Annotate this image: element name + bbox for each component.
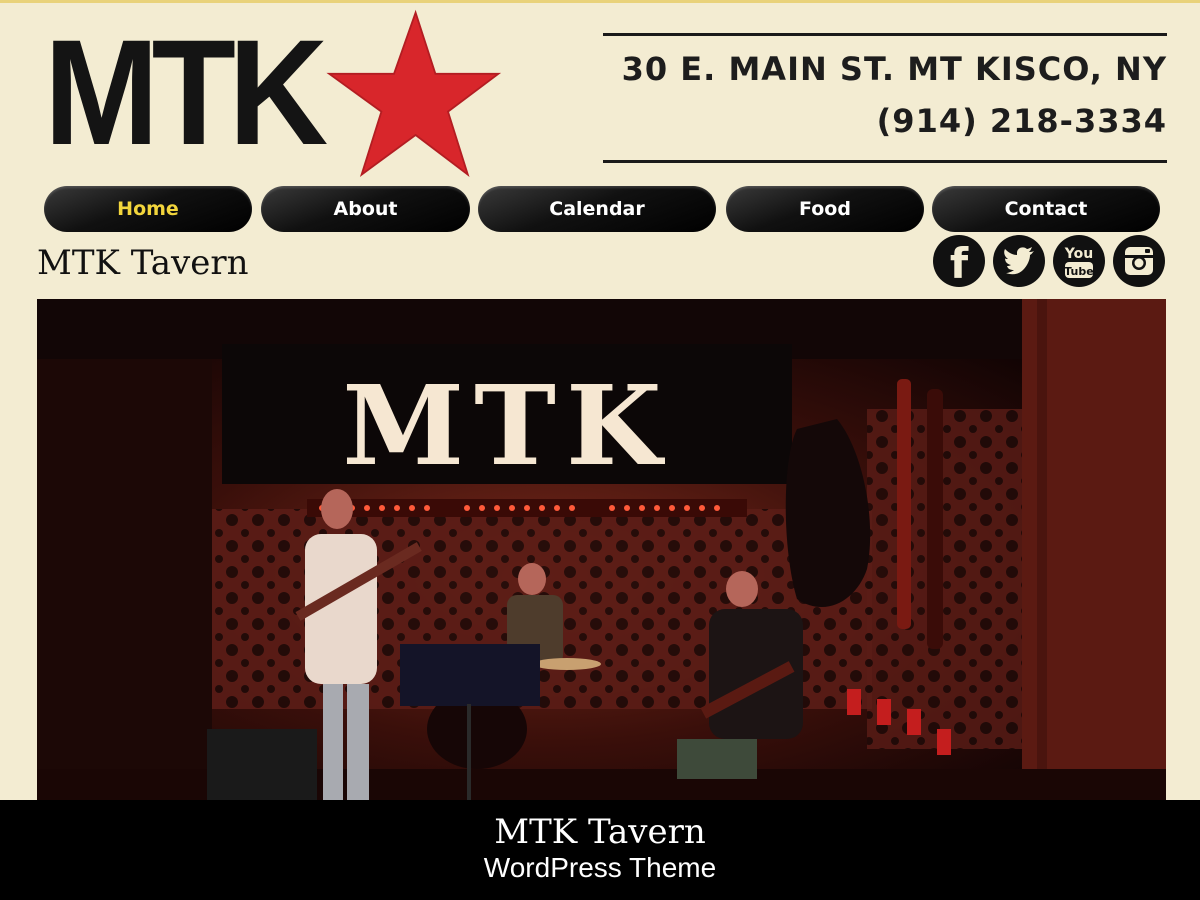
facebook-icon[interactable]: f: [933, 235, 985, 287]
banner-sign: MTK: [342, 361, 671, 490]
youtube-icon-tube: Tube: [1064, 265, 1093, 278]
youtube-icon-you: You: [1064, 246, 1093, 262]
band-stage-photo: MTK: [37, 299, 1166, 803]
caption-subtitle: WordPress Theme: [483, 852, 717, 883]
phone-number[interactable]: (914) 218-3334: [877, 102, 1167, 140]
theme-caption-bar: MTK Tavern WordPress Theme: [0, 800, 1200, 900]
red-star-icon: [326, 9, 502, 178]
page-title: MTK Tavern: [37, 243, 249, 283]
twitter-icon[interactable]: [993, 235, 1045, 287]
svg-text:f: f: [950, 239, 969, 287]
instagram-icon[interactable]: [1113, 235, 1165, 287]
nav-calendar[interactable]: Calendar: [478, 186, 716, 232]
hero-image: MTK: [37, 299, 1166, 803]
nav-home[interactable]: Home: [44, 186, 252, 232]
caption-title: MTK Tavern: [494, 812, 706, 852]
address-block: 30 E. MAIN ST. MT KISCO, NY (914) 218-33…: [603, 33, 1167, 163]
page: MTK 30 E. MAIN ST. MT KISCO, NY (914) 21…: [0, 0, 1200, 803]
street-address: 30 E. MAIN ST. MT KISCO, NY: [621, 50, 1167, 88]
youtube-icon[interactable]: You Tube: [1053, 235, 1105, 287]
nav-contact[interactable]: Contact: [932, 186, 1160, 232]
nav-food[interactable]: Food: [726, 186, 924, 232]
nav-about[interactable]: About: [261, 186, 470, 232]
site-logo[interactable]: MTK: [44, 8, 504, 185]
main-nav: Home About Calendar Food Contact: [44, 186, 1164, 232]
logo-text: MTK: [44, 8, 328, 176]
